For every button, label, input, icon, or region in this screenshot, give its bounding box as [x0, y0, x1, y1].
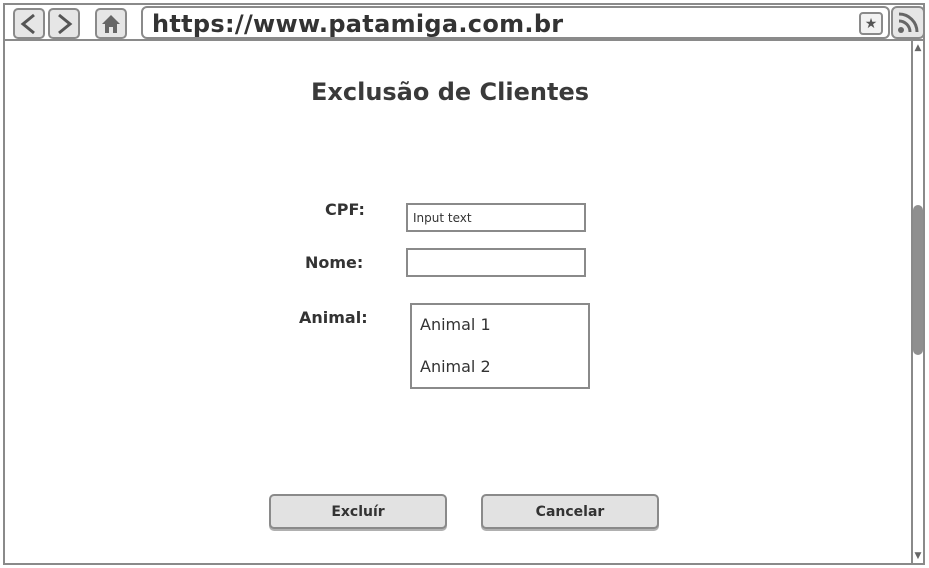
- rss-icon: [898, 12, 919, 33]
- chevron-left-icon: [20, 13, 35, 34]
- animal-label: Animal:: [299, 308, 368, 327]
- bookmark-button[interactable]: ★: [859, 12, 883, 35]
- cpf-field[interactable]: [406, 203, 586, 232]
- chevron-right-icon: [58, 13, 73, 34]
- cpf-label: CPF:: [325, 200, 365, 219]
- scroll-up-icon[interactable]: ▲: [913, 41, 923, 55]
- cpf-input[interactable]: [408, 205, 584, 230]
- page-title: Exclusão de Clientes: [310, 78, 589, 106]
- url-text: https://www.patamiga.com.br: [152, 10, 564, 38]
- forward-button[interactable]: [48, 8, 80, 39]
- vertical-scrollbar[interactable]: ▲ ▼: [911, 41, 923, 563]
- nome-field[interactable]: [406, 248, 586, 277]
- feed-button[interactable]: [891, 6, 925, 39]
- home-button[interactable]: [95, 8, 127, 39]
- cancel-button[interactable]: Cancelar: [481, 494, 659, 529]
- animal-listbox[interactable]: Animal 1 Animal 2: [410, 303, 590, 389]
- delete-button[interactable]: Excluír: [269, 494, 447, 529]
- back-button[interactable]: [13, 8, 45, 39]
- address-bar[interactable]: https://www.patamiga.com.br ★: [141, 6, 890, 39]
- nome-label: Nome:: [305, 253, 364, 272]
- star-icon: ★: [864, 15, 878, 32]
- scroll-thumb[interactable]: [913, 205, 923, 355]
- scroll-down-icon[interactable]: ▼: [913, 549, 923, 563]
- animal-option-2[interactable]: Animal 2: [420, 357, 491, 376]
- nome-input[interactable]: [408, 250, 584, 275]
- browser-toolbar: https://www.patamiga.com.br ★: [5, 5, 925, 41]
- animal-option-1[interactable]: Animal 1: [420, 315, 491, 334]
- home-icon: [102, 14, 120, 33]
